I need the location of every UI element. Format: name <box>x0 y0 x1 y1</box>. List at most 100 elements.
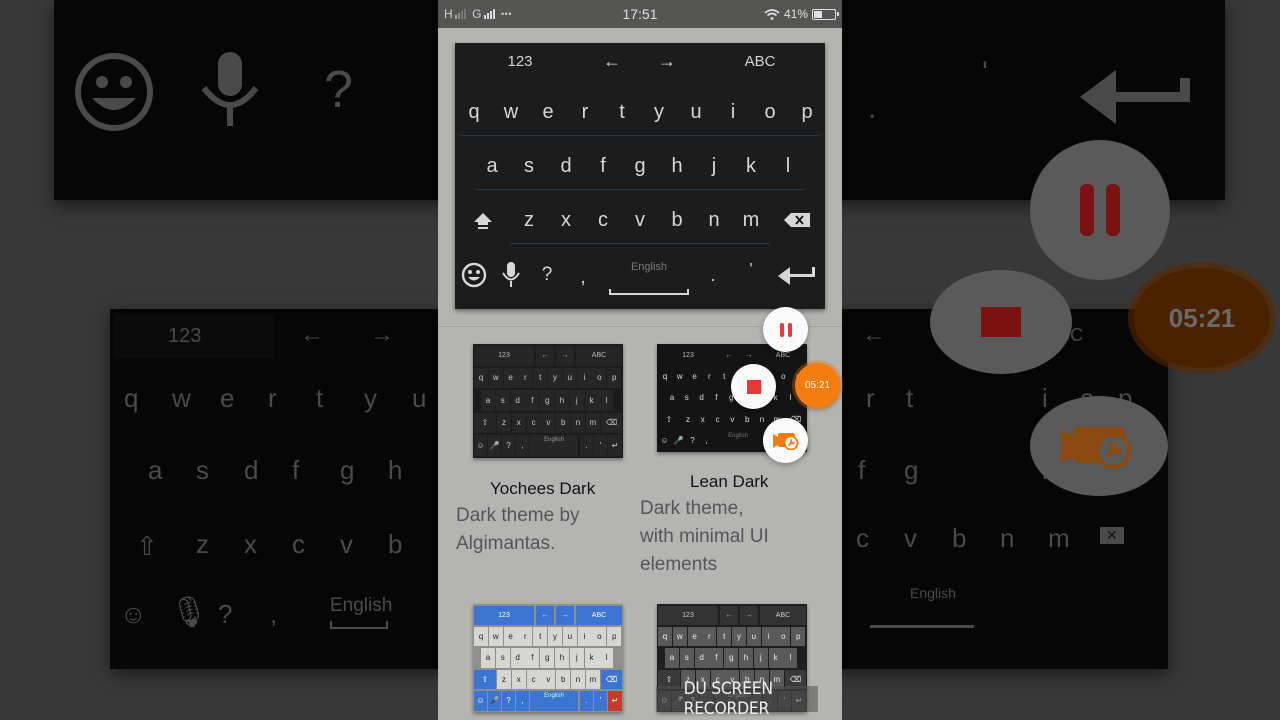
key-w[interactable]: w <box>504 101 518 124</box>
thumb-key-w: w <box>672 366 687 386</box>
key-left-arrow[interactable]: ← <box>603 51 621 72</box>
key-j[interactable]: j <box>712 155 716 178</box>
key-m[interactable]: m <box>743 209 760 232</box>
key-h[interactable]: h <box>671 155 682 178</box>
thumb-key-g: g <box>724 648 739 668</box>
key-n[interactable]: n <box>708 209 719 232</box>
key-p[interactable]: p <box>801 101 812 124</box>
thumb-key-d: d <box>510 390 525 411</box>
key-abc[interactable]: ABC <box>745 53 776 70</box>
key-d[interactable]: d <box>560 155 571 178</box>
thumb-key-←: ← <box>720 346 738 365</box>
key-apostrophe[interactable]: ' <box>749 261 752 279</box>
thumb-key-f: f <box>709 388 724 408</box>
theme-thumbnail-blue[interactable]: 123 ← → ABC q w e r t y u i o p a s d f g h j k l ⇧ z x c v b n m ⌫ ☺ 🎤?,… <box>473 604 623 712</box>
shift-icon[interactable] <box>474 212 492 230</box>
bg-key-r: r <box>268 383 277 413</box>
key-u[interactable]: u <box>690 101 701 124</box>
key-g[interactable]: g <box>634 155 645 178</box>
thumb-key-p: p <box>607 626 622 646</box>
key-l[interactable]: l <box>786 155 790 178</box>
thumb-key-question: ? <box>502 435 515 456</box>
thumb-key-v: v <box>541 412 556 433</box>
microphone-icon[interactable] <box>502 262 520 288</box>
theme-title-yochees-dark[interactable]: Yochees Dark <box>490 479 595 499</box>
thumb-key-→: → <box>556 606 574 625</box>
thumb-key-f: f <box>709 648 724 668</box>
thumb-key-j: j <box>569 390 584 411</box>
thumb-key-m: m <box>585 412 600 433</box>
backspace-icon[interactable] <box>784 213 810 227</box>
theme-thumbnail-yochees-dark[interactable]: 123 ← → ABC q w e r t y u i o p a s d f g h j k l ⇧ z x c v b n m ⌫ ☺ 🎤?,… <box>473 344 623 458</box>
key-k[interactable]: k <box>746 155 756 178</box>
key-right-arrow[interactable]: → <box>658 51 676 72</box>
key-a[interactable]: a <box>486 155 497 178</box>
key-t[interactable]: t <box>619 101 625 124</box>
bg-key-t: t <box>316 383 324 413</box>
bg-pause-button <box>1030 140 1170 280</box>
key-question[interactable]: ? <box>542 264 553 286</box>
key-o[interactable]: o <box>764 101 775 124</box>
thumb-shift-icon: ⇧ <box>658 409 680 429</box>
key-x[interactable]: x <box>561 209 571 232</box>
bg-keyboard-top-left: ? <box>54 0 438 200</box>
key-y[interactable]: y <box>654 101 664 124</box>
key-comma[interactable]: , <box>580 267 585 289</box>
thumb-enter-icon: ↵ <box>608 435 622 456</box>
status-bar: H G ••• 17:51 41% <box>438 0 842 28</box>
thumb-key-c: c <box>526 412 541 433</box>
bg-key-x: x <box>244 529 257 559</box>
key-q[interactable]: q <box>468 101 479 124</box>
thumb-key-s: s <box>495 648 510 668</box>
key-c[interactable]: c <box>598 209 608 232</box>
thumb-key-x: x <box>695 409 710 429</box>
key-z[interactable]: z <box>524 209 534 232</box>
thumb-key-k: k <box>584 390 599 411</box>
enter-icon[interactable] <box>778 266 816 286</box>
thumb-key-w: w <box>488 626 503 646</box>
thumb-key-ABC: ABC <box>576 346 622 366</box>
thumb-key-x: x <box>511 412 526 433</box>
thumb-key-d: d <box>694 388 709 408</box>
thumb-key-j: j <box>569 648 584 668</box>
key-s[interactable]: s <box>524 155 534 178</box>
key-r[interactable]: r <box>582 101 589 124</box>
thumb-key-l: l <box>599 648 614 668</box>
bg-key-t: t <box>906 383 914 413</box>
space-bar[interactable]: English <box>608 259 690 297</box>
theme-title-lean-dark[interactable]: Lean Dark <box>690 472 768 492</box>
bg-key-u: u <box>412 383 427 413</box>
thumb-key-apostrophe: ' <box>594 691 607 711</box>
thumb-mic-icon: 🎤 <box>488 691 501 711</box>
thumb-key-f: f <box>525 648 540 668</box>
thumb-key-x: x <box>511 669 526 689</box>
recorder-tools-button[interactable] <box>763 418 808 463</box>
thumb-key-p: p <box>607 367 622 388</box>
thumb-key-g: g <box>540 390 555 411</box>
recorder-stop-button[interactable] <box>731 364 776 409</box>
thumb-key-d: d <box>694 648 709 668</box>
recorder-pause-button[interactable] <box>763 307 808 352</box>
thumb-key-a: a <box>481 390 495 411</box>
thumb-key-u: u <box>562 367 577 388</box>
thumb-space-bar: English <box>530 435 578 456</box>
key-b[interactable]: b <box>671 209 682 232</box>
keyboard-preview: 123 ← → ABC q w e r t y u i o p a s d f g h j k l z x c v b n m <box>455 43 825 309</box>
emoji-icon[interactable] <box>461 262 487 288</box>
key-v[interactable]: v <box>635 209 645 232</box>
thumb-emoji-icon: ☺ <box>658 431 671 451</box>
key-period[interactable]: . <box>710 265 715 286</box>
thumb-key-g: g <box>540 648 555 668</box>
key-f[interactable]: f <box>600 155 606 178</box>
thumb-key-r: r <box>702 366 717 386</box>
key-e[interactable]: e <box>542 101 553 124</box>
thumb-key-s: s <box>679 388 694 408</box>
thumb-key-comma: , <box>516 691 529 711</box>
key-123[interactable]: 123 <box>507 53 532 70</box>
bg-key-c: c <box>856 523 869 553</box>
bg-key-f: f <box>292 455 300 485</box>
thumb-space-bar: English <box>714 431 762 451</box>
clock: 17:51 <box>622 6 658 22</box>
key-i[interactable]: i <box>731 101 735 124</box>
recording-timer[interactable]: 05:21 <box>795 363 840 408</box>
